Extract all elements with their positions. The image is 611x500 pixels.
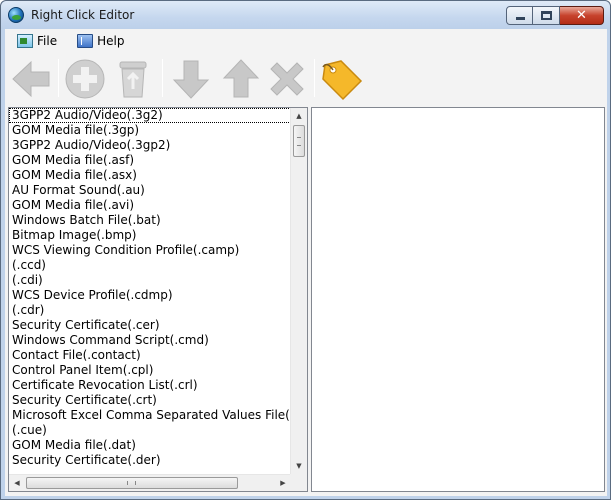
file-type-list-panel: 3GPP2 Audio/Video(.3g2) GOM Media file(.3… <box>8 107 308 492</box>
add-button[interactable] <box>63 57 107 101</box>
list-item[interactable]: WCS Viewing Condition Profile(.camp) <box>9 243 291 258</box>
remove-button[interactable] <box>265 57 309 101</box>
move-up-button[interactable] <box>219 57 263 101</box>
vertical-scroll-thumb[interactable] <box>293 125 305 157</box>
up-arrow-icon <box>222 59 260 98</box>
maximize-button[interactable] <box>533 6 560 25</box>
scroll-right-icon[interactable]: ▶ <box>275 475 291 491</box>
move-down-button[interactable] <box>169 57 213 101</box>
list-item[interactable]: Contact File(.contact) <box>9 348 291 363</box>
menu-help[interactable]: Help <box>65 30 132 52</box>
list-item[interactable]: (.cdr) <box>9 303 291 318</box>
detail-panel[interactable] <box>311 107 605 492</box>
close-button[interactable]: ✕ <box>560 6 604 25</box>
menu-file-label: File <box>37 34 58 48</box>
help-book-icon <box>77 34 94 48</box>
horizontal-scroll-thumb[interactable] <box>26 477 238 489</box>
file-menu-icon <box>17 34 33 48</box>
scroll-up-icon[interactable]: ▲ <box>291 108 307 124</box>
toolbar-separator <box>58 59 59 97</box>
list-item[interactable]: GOM Media file(.asx) <box>9 168 291 183</box>
toolbar-separator <box>314 59 315 97</box>
toolbar-separator <box>162 59 163 97</box>
tag-button[interactable] <box>319 57 363 101</box>
maximize-icon <box>541 11 552 20</box>
list-item[interactable]: Security Certificate(.cer) <box>9 318 291 333</box>
globe-icon <box>8 7 24 23</box>
menu-help-label: Help <box>97 34 125 48</box>
list-item[interactable]: WCS Device Profile(.cdmp) <box>9 288 291 303</box>
plus-circle-icon <box>65 59 105 99</box>
list-item[interactable]: Security Certificate(.crt) <box>9 393 291 408</box>
left-arrow-icon <box>12 60 50 98</box>
client-area: File Help 3GPP2 Audio/Video(.3g2) GOM Me… <box>5 29 607 496</box>
scrollbar-corner <box>290 474 307 491</box>
caption-buttons: ✕ <box>506 6 604 25</box>
list-item[interactable]: Security Certificate(.der) <box>9 453 291 468</box>
list-item[interactable]: GOM Media file(.dat) <box>9 438 291 453</box>
down-arrow-icon <box>172 60 210 99</box>
list-item[interactable]: (.ccd) <box>9 258 291 273</box>
list-item[interactable]: GOM Media file(.asf) <box>9 153 291 168</box>
scroll-down-icon[interactable]: ▼ <box>291 458 307 474</box>
list-item[interactable]: GOM Media file(.3gp) <box>9 123 291 138</box>
list-item[interactable]: Certificate Revocation List(.crl) <box>9 378 291 393</box>
list-item[interactable]: Control Panel Item(.cpl) <box>9 363 291 378</box>
toolbar <box>5 53 607 103</box>
app-window: Right Click Editor ✕ File Help 3GPP2 Aud… <box>0 0 611 500</box>
list-item[interactable]: 3GPP2 Audio/Video(.3g2) <box>9 108 291 123</box>
file-type-list[interactable]: 3GPP2 Audio/Video(.3g2) GOM Media file(.3… <box>9 108 291 474</box>
list-item[interactable]: Bitmap Image(.bmp) <box>9 228 291 243</box>
list-item[interactable]: Microsoft Excel Comma Separated Values F… <box>9 408 291 423</box>
minimize-icon <box>516 17 525 20</box>
recycle-bin-icon <box>119 61 147 98</box>
vertical-scrollbar[interactable]: ▲ ▼ <box>290 108 307 474</box>
menu-file[interactable]: File <box>5 30 65 52</box>
minimize-button[interactable] <box>506 6 533 25</box>
tag-icon <box>322 60 363 101</box>
list-item[interactable]: 3GPP2 Audio/Video(.3gp2) <box>9 138 291 153</box>
window-title: Right Click Editor <box>31 8 135 22</box>
list-item[interactable]: Windows Batch File(.bat) <box>9 213 291 228</box>
delete-button[interactable] <box>111 57 155 101</box>
list-item[interactable]: AU Format Sound(.au) <box>9 183 291 198</box>
horizontal-scrollbar[interactable]: ◀ ▶ <box>9 474 291 491</box>
title-bar[interactable]: Right Click Editor ✕ <box>1 1 610 29</box>
scroll-left-icon[interactable]: ◀ <box>9 475 25 491</box>
list-item[interactable]: (.cue) <box>9 423 291 438</box>
close-icon: ✕ <box>576 8 587 23</box>
x-icon <box>270 62 304 96</box>
menu-bar: File Help <box>5 29 607 53</box>
list-item[interactable]: Windows Command Script(.cmd) <box>9 333 291 348</box>
back-button[interactable] <box>9 57 53 101</box>
list-item[interactable]: GOM Media file(.avi) <box>9 198 291 213</box>
list-item[interactable]: (.cdi) <box>9 273 291 288</box>
